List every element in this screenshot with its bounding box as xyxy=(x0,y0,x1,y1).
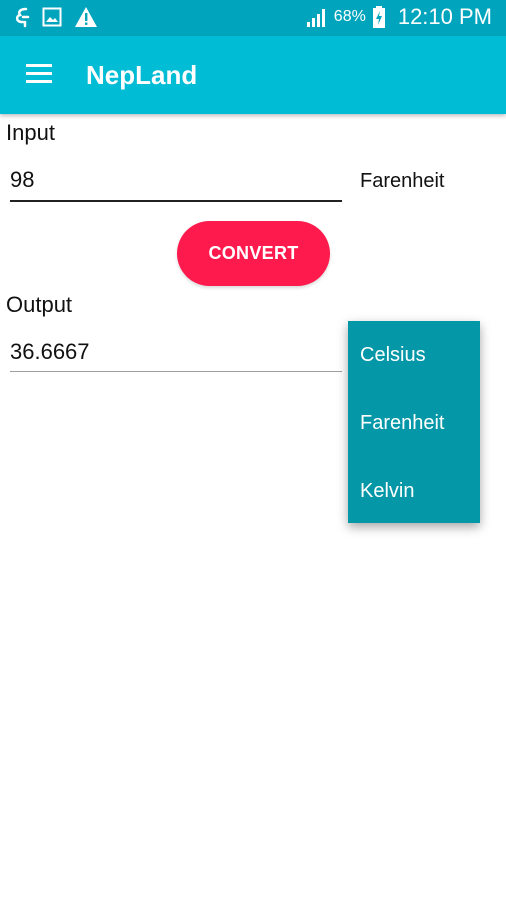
notification-icon xyxy=(14,6,30,28)
input-underline xyxy=(10,200,342,202)
hamburger-menu-icon[interactable] xyxy=(26,64,54,86)
output-value-field[interactable] xyxy=(10,332,342,372)
input-label: Input xyxy=(6,120,55,145)
unit-dropdown-menu: Celsius Farenheit Kelvin xyxy=(348,321,480,523)
warning-icon xyxy=(74,6,98,28)
status-bar-left-icons xyxy=(14,6,98,28)
battery-charging-icon xyxy=(372,5,386,29)
status-bar-right: 68% 12:10 PM xyxy=(306,4,492,30)
clock: 12:10 PM xyxy=(397,4,492,29)
dropdown-option-farenheit[interactable]: Farenheit xyxy=(348,389,480,457)
convert-button[interactable]: CONVERT xyxy=(177,221,330,286)
gallery-icon xyxy=(42,7,62,27)
app-bar: NepLand xyxy=(0,36,506,114)
dropdown-option-kelvin[interactable]: Kelvin xyxy=(348,457,480,525)
input-value-field[interactable] xyxy=(10,160,342,200)
dropdown-option-celsius[interactable]: Celsius xyxy=(348,321,480,389)
battery-percentage: 68% xyxy=(333,8,366,25)
app-title: NepLand xyxy=(86,60,198,90)
output-underline xyxy=(10,371,342,372)
signal-icon xyxy=(306,6,328,28)
input-unit-selector[interactable]: Farenheit xyxy=(360,170,445,193)
status-bar: 68% 12:10 PM xyxy=(0,0,506,36)
output-label: Output xyxy=(6,292,73,317)
